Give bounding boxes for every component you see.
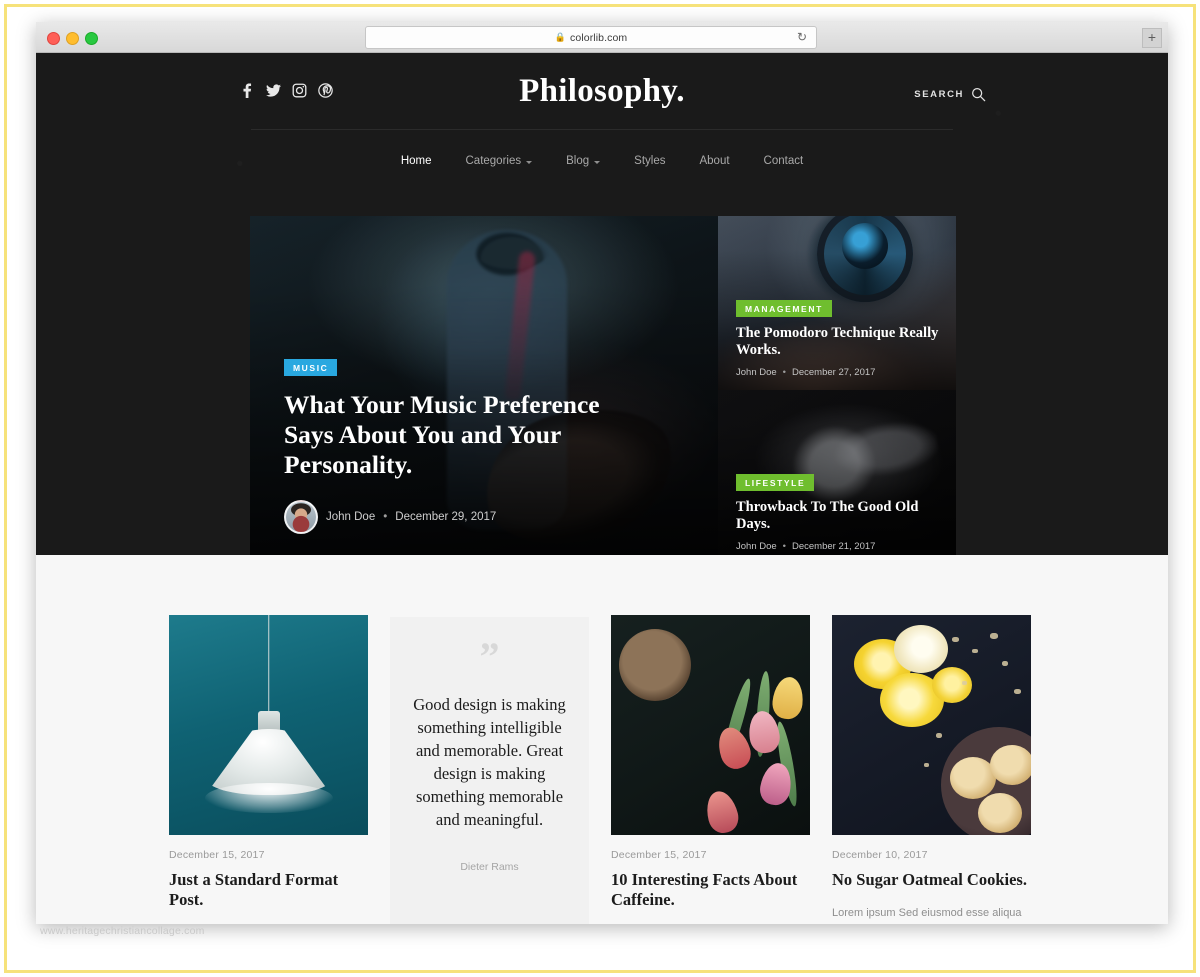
meta-separator: • (782, 367, 786, 378)
url-value: colorlib.com (570, 31, 628, 44)
post-body: December 15, 2017 Just a Standard Format… (169, 835, 368, 924)
screenshot-root: 🔒 colorlib.com ↻ + Philosophy. SEARCH Ho… (0, 0, 1200, 977)
nav-item-categories[interactable]: Categories (449, 149, 550, 173)
maximize-window-button[interactable] (85, 32, 98, 45)
posts-section: December 15, 2017 Just a Standard Format… (36, 555, 1168, 924)
post-date: December 15, 2017 (611, 849, 707, 861)
category-badge-music[interactable]: MUSIC (284, 359, 338, 376)
post-excerpt: Lorem ipsum Sed eiusmod esse aliqua sed … (169, 923, 368, 924)
address-bar[interactable]: 🔒 colorlib.com ↻ (365, 26, 817, 49)
main-navigation[interactable]: Home Categories Blog Styles About Contac… (36, 149, 1168, 173)
author-name[interactable]: John Doe (736, 367, 777, 378)
post-date: December 10, 2017 (832, 849, 928, 861)
chevron-down-icon (594, 160, 601, 164)
author-name[interactable]: John Doe (326, 511, 375, 523)
search-toggle[interactable]: SEARCH (914, 87, 986, 102)
hero-featured-content: MUSIC What Your Music Preference Says Ab… (284, 358, 678, 534)
site-topbar: Philosophy. SEARCH (36, 53, 1168, 121)
post-excerpt: Lorem ipsum Sed eiusmod esse aliqua sed … (832, 907, 1022, 919)
post-date: December 21, 2017 (792, 541, 876, 552)
reload-icon[interactable]: ↻ (797, 30, 807, 44)
browser-titlebar: 🔒 colorlib.com ↻ + (36, 22, 1168, 53)
hero-side-title[interactable]: Throwback To The Good Old Days. (736, 499, 940, 533)
hero-side-card-pomodoro[interactable]: MANAGEMENT The Pomodoro Technique Really… (718, 216, 956, 390)
nav-item-styles[interactable]: Styles (617, 149, 682, 173)
post-body: December 10, 2017 No Sugar Oatmeal Cooki… (832, 835, 1031, 924)
hero-featured-card[interactable]: MUSIC What Your Music Preference Says Ab… (250, 216, 718, 564)
meta-separator: • (383, 511, 388, 523)
nav-item-blog[interactable]: Blog (549, 149, 617, 173)
posts-grid: December 15, 2017 Just a Standard Format… (169, 615, 1031, 924)
hero-featured-title[interactable]: What Your Music Preference Says About Yo… (284, 390, 614, 480)
search-label: SEARCH (914, 89, 964, 100)
watermark: www.heritagechristiancollage.com (40, 925, 205, 937)
window-controls[interactable] (47, 32, 98, 45)
nav-label-categories: Categories (465, 155, 522, 167)
lock-icon: 🔒 (554, 32, 567, 42)
hero-side-content: MANAGEMENT The Pomodoro Technique Really… (736, 299, 940, 378)
header-divider (251, 129, 953, 130)
new-tab-button[interactable]: + (1142, 28, 1162, 48)
meta-separator: • (782, 541, 786, 552)
post-card-standard-format[interactable]: December 15, 2017 Just a Standard Format… (169, 615, 368, 924)
post-body: December 15, 2017 10 Interesting Facts A… (611, 835, 810, 924)
post-title[interactable]: Just a Standard Format Post. (169, 870, 368, 910)
quote-mark-icon: ” (479, 634, 500, 679)
nav-label-contact: Contact (763, 155, 804, 167)
post-card-cookies[interactable]: December 10, 2017 No Sugar Oatmeal Cooki… (832, 615, 1031, 924)
quote-text: Good design is making something intellig… (413, 695, 566, 829)
post-card-caffeine[interactable]: December 15, 2017 10 Interesting Facts A… (611, 615, 810, 924)
site-logo[interactable]: Philosophy. (36, 73, 1168, 110)
browser-window: 🔒 colorlib.com ↻ + Philosophy. SEARCH Ho… (36, 22, 1168, 924)
post-excerpt: Lorem ipsum Sed eiusmod esse aliqua sed … (611, 923, 810, 924)
hero-side-meta: John Doe • December 21, 2017 (736, 541, 940, 552)
quote-card: ” Good design is making something intell… (390, 617, 589, 924)
minimize-window-button[interactable] (66, 32, 79, 45)
quote-author: Dieter Rams (460, 861, 519, 873)
hero-side-card-throwback[interactable]: LIFESTYLE Throwback To The Good Old Days… (718, 390, 956, 564)
hero-side-content: LIFESTYLE Throwback To The Good Old Days… (736, 473, 940, 552)
hero-side-meta: John Doe • December 27, 2017 (736, 367, 940, 378)
nav-label-about: About (699, 155, 730, 167)
close-window-button[interactable] (47, 32, 60, 45)
nav-item-about[interactable]: About (682, 149, 746, 173)
post-date: December 15, 2017 (169, 849, 265, 861)
hero-featured-meta: John Doe • December 29, 2017 (284, 500, 678, 534)
site-header-hero: Philosophy. SEARCH Home Categories Blog … (36, 53, 1168, 564)
category-badge-lifestyle[interactable]: LIFESTYLE (736, 474, 815, 491)
post-card-quote[interactable]: ” Good design is making something intell… (390, 617, 589, 924)
post-thumbnail-coffee[interactable] (611, 615, 810, 835)
nav-item-contact[interactable]: Contact (747, 149, 821, 173)
nav-item-home[interactable]: Home (384, 149, 449, 173)
post-thumbnail-cookies[interactable] (832, 615, 1031, 835)
address-bar-text: 🔒 colorlib.com (555, 32, 628, 44)
chevron-down-icon (526, 160, 533, 164)
page-viewport: Philosophy. SEARCH Home Categories Blog … (36, 53, 1168, 924)
post-thumbnail-lamp[interactable] (169, 615, 368, 835)
post-date: December 27, 2017 (792, 367, 876, 378)
search-icon[interactable] (971, 87, 986, 102)
post-date: December 29, 2017 (395, 511, 497, 523)
author-name[interactable]: John Doe (736, 541, 777, 552)
hero-grid: MUSIC What Your Music Preference Says Ab… (250, 216, 956, 564)
post-title[interactable]: 10 Interesting Facts About Caffeine. (611, 870, 810, 910)
avatar (284, 500, 318, 534)
nav-label-styles: Styles (634, 155, 666, 167)
nav-label-home: Home (400, 155, 432, 167)
hero-side-column: MANAGEMENT The Pomodoro Technique Really… (718, 216, 956, 564)
nav-label-blog: Blog (566, 155, 590, 167)
post-title[interactable]: No Sugar Oatmeal Cookies. (832, 870, 1031, 890)
hero-side-title[interactable]: The Pomodoro Technique Really Works. (736, 325, 940, 359)
category-badge-management[interactable]: MANAGEMENT (736, 300, 832, 317)
